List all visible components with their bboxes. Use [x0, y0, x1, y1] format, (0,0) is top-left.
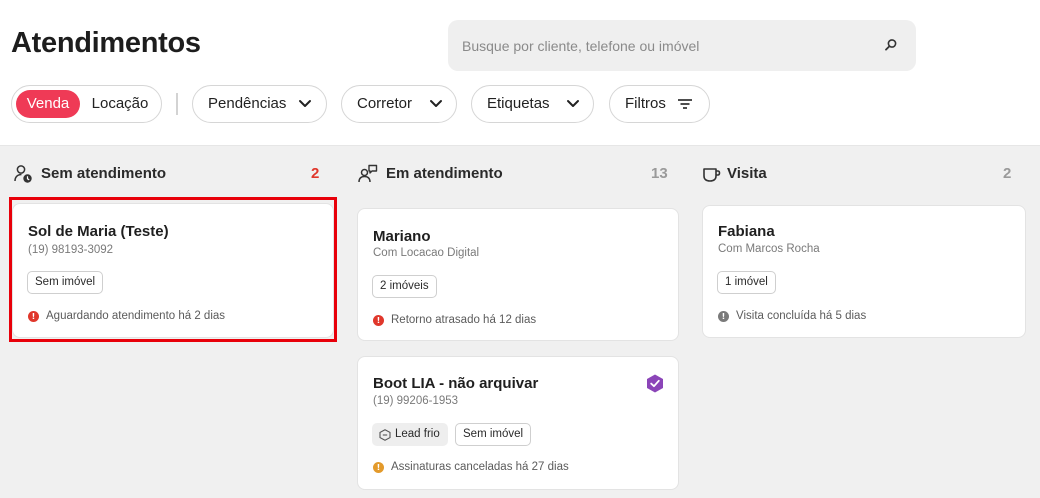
column-count: 2 — [1003, 165, 1012, 182]
status-text: Retorno atrasado há 12 dias — [391, 314, 537, 326]
user-clock-icon — [14, 165, 32, 183]
temperature-tag: Lead frio — [372, 423, 448, 446]
column-title: Em atendimento — [386, 165, 503, 182]
chevron-down-icon — [567, 100, 579, 107]
column-title: Sem atendimento — [41, 165, 167, 182]
lead-name: Boot LIA - não arquivar — [373, 375, 539, 392]
etiquetas-label: Etiquetas — [487, 95, 550, 112]
selection-highlight — [9, 197, 337, 342]
business-type-toggle: Venda Locação — [11, 85, 162, 123]
toggle-venda[interactable]: Venda — [16, 90, 80, 118]
chevron-down-icon — [430, 100, 442, 107]
status-text: Visita concluída há 5 dias — [736, 310, 867, 322]
lead-card[interactable]: Mariano Com Locacao Digital 2 imóveis Re… — [357, 208, 679, 341]
lead-broker: Com Locacao Digital — [373, 247, 480, 259]
toggle-locacao[interactable]: Locação — [84, 90, 156, 118]
filtros-button[interactable]: Filtros — [609, 85, 710, 123]
lead-name: Mariano — [373, 228, 431, 245]
property-tag: 2 imóveis — [372, 275, 437, 298]
lead-phone: (19) 99206-1953 — [373, 395, 459, 407]
lead-card[interactable]: Fabiana Com Marcos Rocha 1 imóvel Visita… — [702, 205, 1026, 338]
column-title: Visita — [727, 165, 767, 182]
property-tag: 1 imóvel — [717, 271, 776, 294]
etiquetas-filter[interactable]: Etiquetas — [471, 85, 594, 123]
column-header-sem-atendimento: Sem atendimento 2 — [13, 163, 323, 185]
tag-label: Lead frio — [395, 428, 440, 440]
pendencias-label: Pendências — [208, 95, 287, 112]
lead-name: Fabiana — [718, 223, 775, 240]
search-input[interactable] — [462, 20, 872, 71]
search-icon[interactable] — [884, 38, 898, 52]
corretor-filter[interactable]: Corretor — [341, 85, 457, 123]
coffee-cup-icon — [703, 168, 721, 182]
pendencias-filter[interactable]: Pendências — [192, 85, 327, 123]
lead-broker: Com Marcos Rocha — [718, 243, 820, 255]
filtros-label: Filtros — [625, 95, 666, 112]
page-title: Atendimentos — [11, 27, 201, 59]
hexagon-icon — [379, 429, 391, 441]
top-bar: Atendimentos Venda Locação Pendências Co… — [0, 0, 1040, 146]
user-chat-icon — [358, 164, 378, 183]
corretor-label: Corretor — [357, 95, 413, 112]
column-count: 13 — [651, 165, 668, 182]
column-header-em-atendimento: Em atendimento 13 — [358, 163, 668, 185]
filter-lines-icon — [678, 99, 692, 109]
lead-card[interactable]: Boot LIA - não arquivar (19) 99206-1953 … — [357, 356, 679, 490]
filter-divider — [176, 93, 178, 115]
column-header-visita: Visita 2 — [702, 163, 1017, 185]
alert-icon — [373, 315, 384, 326]
info-icon — [718, 311, 729, 322]
alert-icon — [373, 462, 384, 473]
search-box[interactable] — [448, 20, 916, 71]
column-count: 2 — [311, 165, 320, 182]
chevron-down-icon — [299, 100, 311, 107]
verified-badge-icon — [647, 374, 663, 393]
status-text: Assinaturas canceladas há 27 dias — [391, 461, 569, 473]
property-tag: Sem imóvel — [455, 423, 532, 446]
